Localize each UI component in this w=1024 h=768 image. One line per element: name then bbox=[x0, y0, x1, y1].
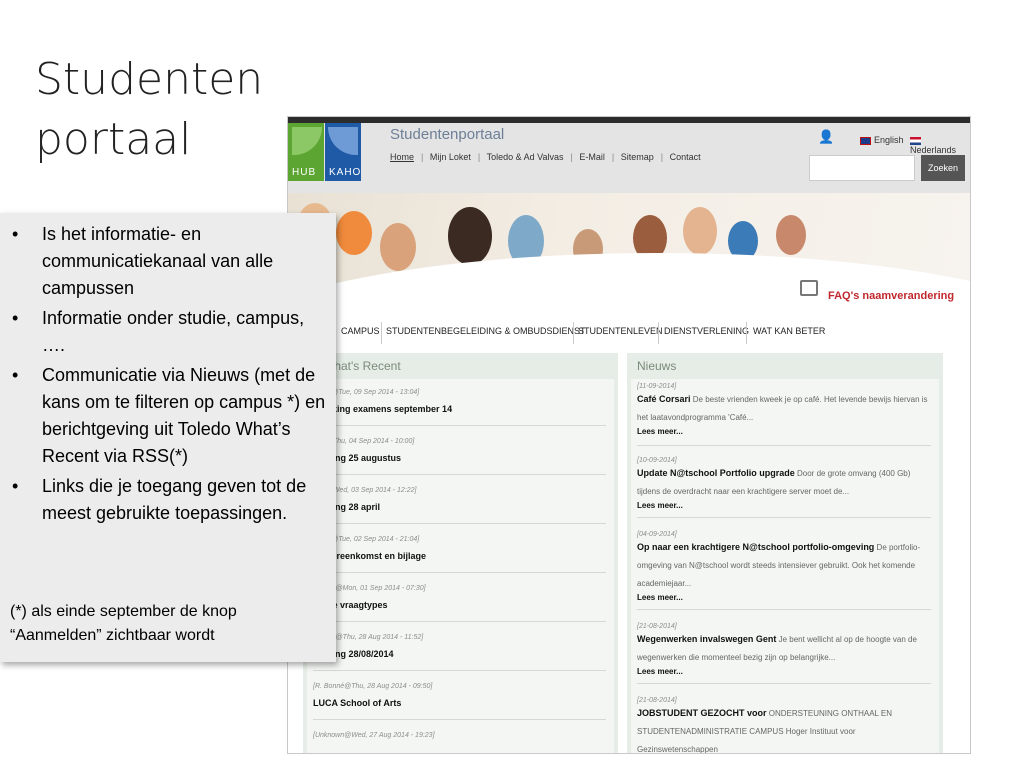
portal-header: HUB KAHO Studentenportaal Home | Mijn Lok… bbox=[288, 117, 970, 193]
recent-meta: ceel@Thu, 04 Sep 2014 - 10:00] bbox=[313, 438, 415, 445]
menu-studentenbegeleiding[interactable]: STUDENTENBEGELEIDING & OMBUDSDIENST bbox=[386, 326, 586, 336]
nav-home[interactable]: Home bbox=[390, 152, 414, 162]
list-item: [21-08-2014] Wegenwerken invalswegen Gen… bbox=[637, 623, 931, 684]
lang-nederlands[interactable]: Nederlands bbox=[910, 135, 970, 155]
recent-title[interactable]: LUCA School of Arts bbox=[313, 698, 606, 708]
logo-hub: HUB bbox=[288, 123, 324, 181]
recent-title[interactable]: ndering 28 april bbox=[313, 502, 606, 512]
news-date: [21-08-2014] bbox=[637, 623, 677, 630]
recent-title[interactable]: ndering 28/08/2014 bbox=[313, 649, 606, 659]
read-more-link[interactable]: Lees meer... bbox=[637, 593, 931, 602]
bullet-item: Informatie onder studie, campus, …. bbox=[10, 305, 326, 359]
list-item[interactable]: senens@Thu, 28 Aug 2014 - 11:52] ndering … bbox=[313, 634, 606, 671]
news-date: [04-09-2014] bbox=[637, 531, 677, 538]
read-more-link[interactable]: Lees meer... bbox=[637, 667, 931, 676]
list-item[interactable]: [Unknown@Wed, 27 Aug 2014 - 19:23] bbox=[313, 732, 606, 753]
footnote: (*) als einde september de knop “Aanmeld… bbox=[10, 600, 310, 648]
recent-title[interactable]: ctovereenkomst en bijlage bbox=[313, 551, 606, 561]
bullet-box: Is het informatie- en communicatiekanaal… bbox=[0, 213, 336, 662]
list-item: [21-08-2014] JOBSTUDENT GEZOCHT voor OND… bbox=[637, 697, 931, 753]
nl-flag-icon bbox=[910, 136, 921, 145]
recent-meta: ceel@Wed, 03 Sep 2014 - 12:22] bbox=[313, 487, 417, 494]
uk-flag-icon bbox=[860, 136, 871, 145]
recent-meta: [R. Bonné@Thu, 28 Aug 2014 - 09:50] bbox=[313, 683, 433, 690]
news-list: [11-09-2014] Café Corsari De beste vrien… bbox=[631, 379, 939, 753]
footnote-line2: “Aanmelden” zichtbaar wordt bbox=[10, 627, 215, 644]
hub-kaho-logo[interactable]: HUB KAHO bbox=[288, 123, 361, 181]
news-date: [11-09-2014] bbox=[637, 383, 677, 390]
nav-mijn-loket[interactable]: Mijn Loket bbox=[430, 152, 471, 162]
menu-studentenleven[interactable]: STUDENTENLEVEN bbox=[578, 326, 663, 336]
recent-title[interactable]: ndere vraagtypes bbox=[313, 600, 606, 610]
list-item[interactable]: senens@Mon, 01 Sep 2014 - 07:30] ndere vr… bbox=[313, 585, 606, 622]
news-title[interactable]: JOBSTUDENT GEZOCHT voor bbox=[637, 708, 767, 718]
list-item[interactable]: ceel@Wed, 03 Sep 2014 - 12:22] ndering 28… bbox=[313, 487, 606, 524]
footnote-line1: (*) als einde september de knop bbox=[10, 603, 237, 620]
news-panel: Nieuws [11-09-2014] Café Corsari De best… bbox=[627, 353, 943, 753]
list-item[interactable]: rinckx@Tue, 02 Sep 2014 - 21:04] ctoveree… bbox=[313, 536, 606, 573]
lang-english[interactable]: English bbox=[860, 135, 904, 145]
list-item[interactable]: rinckx@Tue, 09 Sep 2014 - 13:04] spreking… bbox=[313, 389, 606, 426]
menu-dienstverlening[interactable]: DIENSTVERLENING bbox=[664, 326, 749, 336]
top-nav: Home | Mijn Loket | Toledo & Ad Valvas | E-… bbox=[390, 152, 701, 162]
search-button[interactable]: Zoeken bbox=[921, 155, 965, 181]
calendar-info-icon bbox=[800, 280, 818, 296]
main-menu: CAMPUS STUDENTENBEGELEIDING & OMBUDSDIEN… bbox=[288, 322, 970, 344]
recent-title[interactable]: ndering 25 augustus bbox=[313, 453, 606, 463]
slide-title: Studenten portaal bbox=[35, 50, 263, 170]
lang-english-label: English bbox=[874, 135, 904, 145]
news-title[interactable]: Update N@tschool Portfolio upgrade bbox=[637, 468, 795, 478]
whats-recent-list: rinckx@Tue, 09 Sep 2014 - 13:04] spreking… bbox=[307, 379, 614, 753]
list-item: [11-09-2014] Café Corsari De beste vrien… bbox=[637, 383, 931, 446]
banner-person bbox=[336, 211, 372, 255]
bullet-item: Is het informatie- en communicatiekanaal… bbox=[10, 221, 326, 302]
whats-recent-panel: o What's Recent rinckx@Tue, 09 Sep 2014 … bbox=[303, 353, 618, 753]
bullet-list: Is het informatie- en communicatiekanaal… bbox=[0, 213, 336, 527]
recent-meta: senens@Mon, 01 Sep 2014 - 07:30] bbox=[313, 585, 426, 592]
portal-screenshot: HUB KAHO Studentenportaal Home | Mijn Lok… bbox=[287, 116, 971, 754]
banner-person bbox=[380, 223, 416, 271]
banner-person bbox=[776, 215, 806, 255]
read-more-link[interactable]: Lees meer... bbox=[637, 501, 931, 510]
banner-person bbox=[448, 207, 492, 265]
recent-meta: senens@Thu, 28 Aug 2014 - 11:52] bbox=[313, 634, 424, 641]
list-item[interactable]: ceel@Thu, 04 Sep 2014 - 10:00] ndering 25… bbox=[313, 438, 606, 475]
list-item[interactable]: [R. Bonné@Thu, 28 Aug 2014 - 09:50] LUCA … bbox=[313, 683, 606, 720]
list-item: [10-09-2014] Update N@tschool Portfolio … bbox=[637, 457, 931, 518]
list-item: [04-09-2014] Op naar een krachtigere N@t… bbox=[637, 531, 931, 610]
logo-kaho: KAHO bbox=[325, 123, 361, 181]
read-more-link[interactable]: Lees meer... bbox=[637, 427, 931, 436]
recent-meta: rinckx@Tue, 09 Sep 2014 - 13:04] bbox=[313, 389, 420, 396]
banner-person bbox=[683, 207, 717, 255]
recent-title[interactable]: spreking examens september 14 bbox=[313, 404, 606, 414]
recent-meta: rinckx@Tue, 02 Sep 2014 - 21:04] bbox=[313, 536, 420, 543]
news-title[interactable]: Café Corsari bbox=[637, 394, 691, 404]
nav-email[interactable]: E-Mail bbox=[579, 152, 605, 162]
user-icon[interactable]: 👤 bbox=[818, 129, 834, 145]
news-title[interactable]: Op naar een krachtigere N@tschool portfo… bbox=[637, 542, 874, 552]
nav-sitemap[interactable]: Sitemap bbox=[621, 152, 654, 162]
logo-hub-text: HUB bbox=[292, 167, 317, 178]
news-date: [21-08-2014] bbox=[637, 697, 677, 704]
nav-toledo[interactable]: Toledo & Ad Valvas bbox=[487, 152, 564, 162]
faq-link[interactable]: FAQ's naamverandering bbox=[828, 290, 954, 302]
logo-kaho-text: KAHO bbox=[329, 167, 362, 178]
news-title[interactable]: Wegenwerken invalswegen Gent bbox=[637, 634, 776, 644]
slide-title-line1: Studenten bbox=[35, 54, 264, 105]
recent-meta: [Unknown@Wed, 27 Aug 2014 - 19:23] bbox=[313, 732, 435, 739]
news-date: [10-09-2014] bbox=[637, 457, 677, 464]
bullet-item: Links die je toegang geven tot de meest … bbox=[10, 473, 326, 527]
portal-title: Studentenportaal bbox=[390, 126, 505, 143]
menu-campus[interactable]: CAMPUS bbox=[341, 326, 380, 336]
news-heading: Nieuws bbox=[637, 359, 677, 373]
slide-title-line2: portaal bbox=[35, 114, 192, 165]
search-input[interactable] bbox=[809, 155, 915, 181]
bullet-item: Communicatie via Nieuws (met de kans om … bbox=[10, 362, 326, 470]
nav-contact[interactable]: Contact bbox=[670, 152, 701, 162]
lang-nederlands-label: Nederlands bbox=[910, 145, 957, 155]
whats-recent-heading: o What's Recent bbox=[313, 359, 401, 373]
menu-wat-kan-beter[interactable]: WAT KAN BETER bbox=[753, 326, 825, 336]
